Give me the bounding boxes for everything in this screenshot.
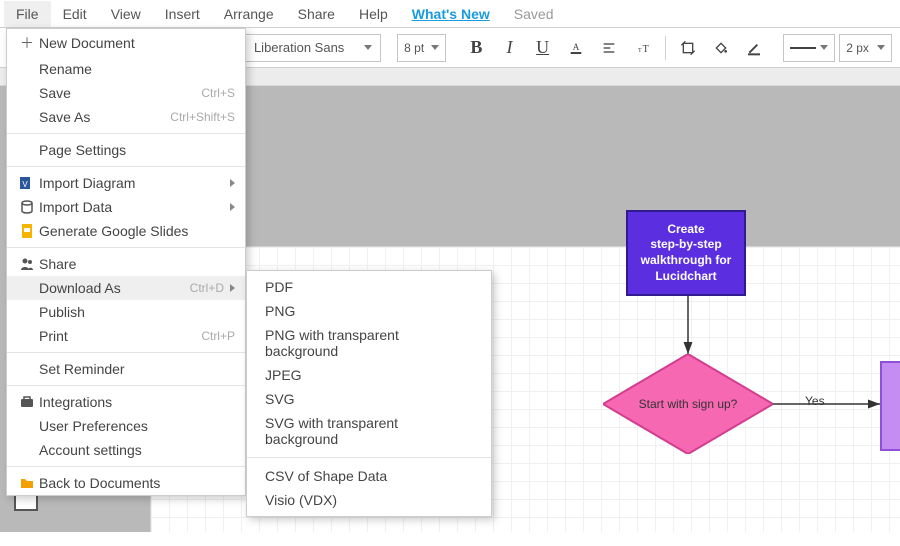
file-save[interactable]: Save Ctrl+S bbox=[7, 81, 245, 105]
menu-help[interactable]: Help bbox=[347, 1, 400, 27]
flow-purple-box[interactable] bbox=[880, 361, 900, 451]
file-import-data[interactable]: Import Data bbox=[7, 195, 245, 219]
file-set-reminder[interactable]: Set Reminder bbox=[7, 357, 245, 381]
chevron-right-icon bbox=[230, 284, 235, 292]
file-publish[interactable]: Publish bbox=[7, 300, 245, 324]
toolbar-separator bbox=[665, 36, 666, 60]
line-style-sample bbox=[790, 47, 816, 49]
menu-file[interactable]: File bbox=[4, 1, 51, 27]
shape-crop-button[interactable] bbox=[674, 33, 703, 63]
file-user-preferences[interactable]: User Preferences bbox=[7, 414, 245, 438]
download-jpeg[interactable]: JPEG bbox=[247, 363, 491, 387]
bold-button[interactable]: B bbox=[462, 33, 491, 63]
menu-insert[interactable]: Insert bbox=[153, 1, 212, 27]
people-icon bbox=[17, 256, 37, 272]
font-size-select[interactable]: 8 pt bbox=[397, 34, 446, 62]
font-size-value: 8 pt bbox=[404, 41, 424, 55]
menu-separator bbox=[7, 385, 245, 386]
file-import-diagram[interactable]: V Import Diagram bbox=[7, 171, 245, 195]
file-page-settings[interactable]: Page Settings bbox=[7, 138, 245, 162]
chevron-down-icon bbox=[877, 45, 885, 50]
file-dropdown: ＋ New Document Rename Save Ctrl+S Save A… bbox=[6, 28, 246, 496]
menu-view[interactable]: View bbox=[99, 1, 153, 27]
menu-whats-new[interactable]: What's New bbox=[400, 1, 502, 27]
save-status: Saved bbox=[502, 1, 566, 27]
menu-separator bbox=[7, 166, 245, 167]
align-button[interactable] bbox=[594, 33, 623, 63]
flow-process-box[interactable]: Create step-by-step walkthrough for Luci… bbox=[626, 210, 746, 296]
file-share[interactable]: Share bbox=[7, 252, 245, 276]
svg-text:T: T bbox=[643, 44, 649, 55]
menu-separator bbox=[247, 457, 491, 458]
font-family-select[interactable]: Liberation Sans bbox=[245, 34, 381, 62]
menu-separator bbox=[7, 133, 245, 134]
chevron-down-icon bbox=[820, 45, 828, 50]
download-svg-transparent[interactable]: SVG with transparent background bbox=[247, 411, 491, 451]
svg-text:V: V bbox=[22, 180, 28, 189]
menubar: File Edit View Insert Arrange Share Help… bbox=[0, 0, 900, 28]
slides-icon bbox=[17, 223, 37, 239]
download-svg[interactable]: SVG bbox=[247, 387, 491, 411]
font-family-value: Liberation Sans bbox=[254, 40, 344, 55]
line-style-select[interactable] bbox=[783, 34, 835, 62]
download-as-submenu: PDF PNG PNG with transparent background … bbox=[246, 270, 492, 517]
file-account-settings[interactable]: Account settings bbox=[7, 438, 245, 462]
download-csv[interactable]: CSV of Shape Data bbox=[247, 464, 491, 488]
download-png[interactable]: PNG bbox=[247, 299, 491, 323]
menu-arrange[interactable]: Arrange bbox=[212, 1, 286, 27]
file-save-as[interactable]: Save As Ctrl+Shift+S bbox=[7, 105, 245, 129]
border-color-button[interactable] bbox=[740, 33, 769, 63]
chevron-right-icon bbox=[230, 179, 235, 187]
file-generate-slides[interactable]: Generate Google Slides bbox=[7, 219, 245, 243]
file-new-document[interactable]: ＋ New Document bbox=[7, 29, 245, 57]
briefcase-icon bbox=[17, 394, 37, 410]
flow-decision-diamond[interactable]: Start with sign up? bbox=[603, 354, 773, 454]
download-png-transparent[interactable]: PNG with transparent background bbox=[247, 323, 491, 363]
database-icon bbox=[17, 199, 37, 215]
edge-label-yes: Yes bbox=[805, 394, 825, 408]
svg-text:A: A bbox=[572, 43, 579, 53]
visio-icon: V bbox=[17, 175, 37, 191]
fill-button[interactable] bbox=[707, 33, 736, 63]
underline-button[interactable]: U bbox=[528, 33, 557, 63]
download-visio[interactable]: Visio (VDX) bbox=[247, 488, 491, 512]
flow-diamond-text: Start with sign up? bbox=[603, 354, 773, 454]
menu-edit[interactable]: Edit bbox=[51, 1, 99, 27]
stroke-width-value: 2 px bbox=[846, 41, 869, 55]
stroke-width-select[interactable]: 2 px bbox=[839, 34, 892, 62]
file-back-to-documents[interactable]: Back to Documents bbox=[7, 471, 245, 495]
italic-button[interactable]: I bbox=[495, 33, 524, 63]
text-color-button[interactable]: A bbox=[561, 33, 590, 63]
menu-separator bbox=[7, 352, 245, 353]
plus-icon: ＋ bbox=[17, 33, 37, 53]
file-download-as[interactable]: Download As Ctrl+D bbox=[7, 276, 245, 300]
text-size-button[interactable]: TT bbox=[627, 33, 656, 63]
file-rename[interactable]: Rename bbox=[7, 57, 245, 81]
menu-separator bbox=[7, 466, 245, 467]
menu-share[interactable]: Share bbox=[286, 1, 347, 27]
folder-icon bbox=[17, 475, 37, 491]
download-pdf[interactable]: PDF bbox=[247, 275, 491, 299]
file-print[interactable]: Print Ctrl+P bbox=[7, 324, 245, 348]
file-integrations[interactable]: Integrations bbox=[7, 390, 245, 414]
flow-box-text: Create step-by-step walkthrough for Luci… bbox=[641, 222, 732, 284]
menu-separator bbox=[7, 247, 245, 248]
chevron-right-icon bbox=[230, 203, 235, 211]
chevron-down-icon bbox=[364, 45, 372, 50]
svg-text:T: T bbox=[638, 48, 642, 54]
chevron-down-icon bbox=[431, 45, 439, 50]
